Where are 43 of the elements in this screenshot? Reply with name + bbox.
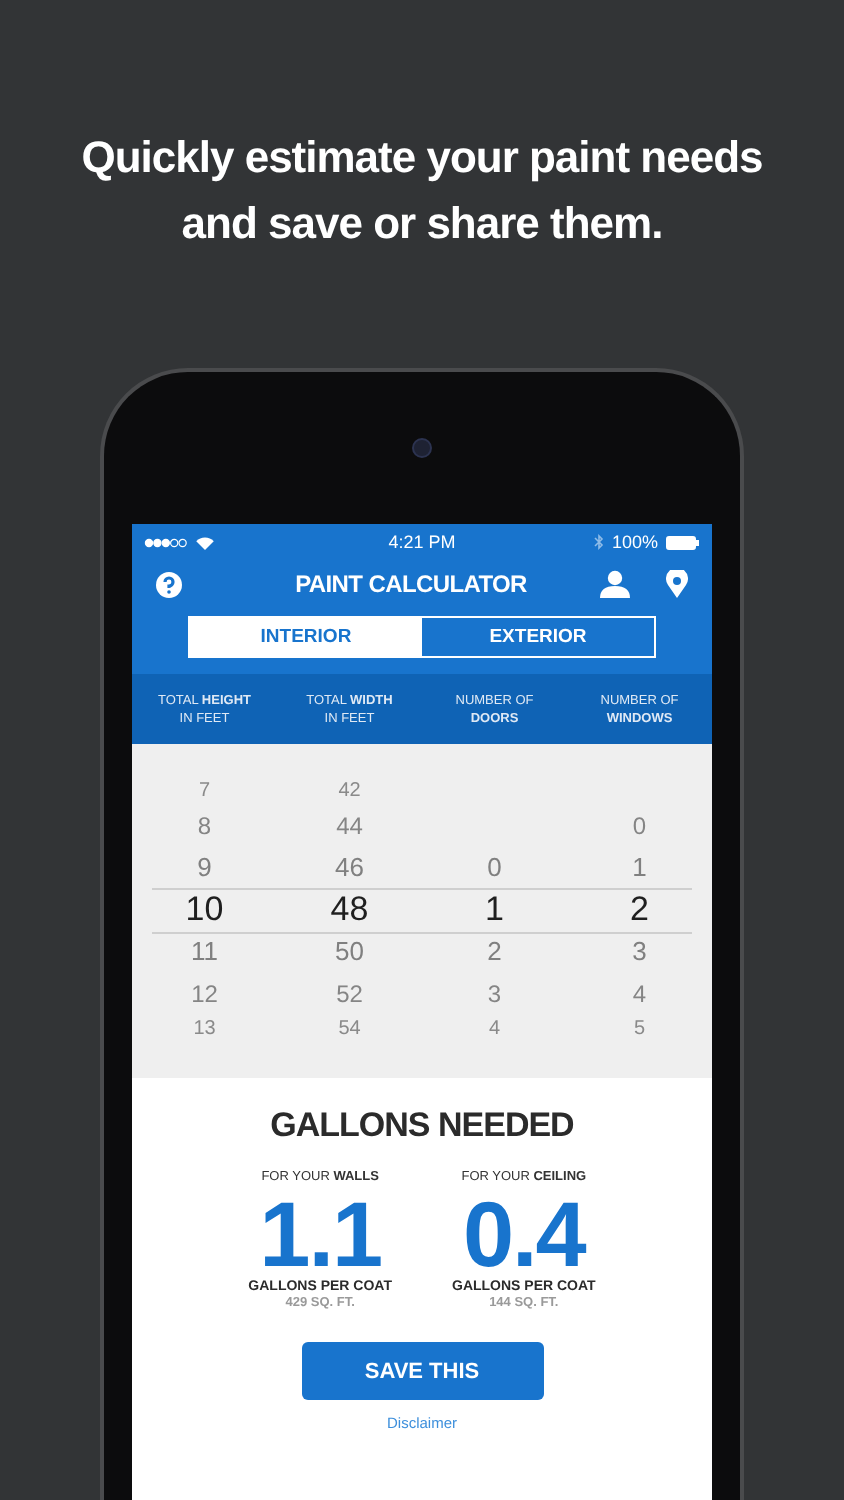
status-time: 4:21 PM <box>388 532 456 552</box>
gallons-value: 1.1 <box>259 1188 382 1280</box>
picker-value[interactable]: 50 <box>335 936 364 966</box>
picker-value[interactable]: 0 <box>487 852 502 882</box>
picker-value[interactable]: 52 <box>336 979 363 1007</box>
picker-value[interactable]: 3 <box>632 936 647 966</box>
picker-value[interactable]: 5 <box>633 1017 646 1039</box>
picker-value[interactable]: 4 <box>632 979 647 1007</box>
location-pin-icon[interactable] <box>666 570 688 598</box>
picker-value[interactable]: 1 <box>632 852 647 882</box>
picker-value[interactable]: 48 <box>330 889 369 929</box>
battery-percent: 100% <box>611 532 658 552</box>
save-button[interactable]: SAVE THIS <box>301 1342 543 1400</box>
wifi-icon <box>196 535 214 549</box>
tab[interactable]: EXTERIOR <box>422 618 654 656</box>
camera-icon <box>412 438 432 458</box>
picker-value[interactable]: 3 <box>487 979 502 1007</box>
picker-value[interactable]: 8 <box>197 811 212 839</box>
picker-value[interactable]: 44 <box>336 811 363 839</box>
gallons-value: 0.4 <box>462 1188 585 1280</box>
picker-value[interactable]: 9 <box>197 852 212 882</box>
bluetooth-icon <box>593 534 604 550</box>
picker-value[interactable]: 54 <box>338 1017 361 1039</box>
person-icon[interactable] <box>600 570 630 598</box>
tab[interactable]: INTERIOR <box>190 618 422 656</box>
battery-icon <box>666 535 700 549</box>
picker-value[interactable]: 2 <box>487 936 502 966</box>
headline: Quickly estimate your paint needs and save or share them. <box>79 130 765 252</box>
picker-value[interactable]: 4 <box>488 1017 501 1039</box>
picker-value[interactable]: 11 <box>191 936 218 966</box>
results-title: GALLONS NEEDED <box>270 1106 574 1146</box>
picker-value[interactable]: 12 <box>191 979 218 1007</box>
picker-value[interactable]: 46 <box>335 852 364 882</box>
picker-value[interactable]: 1 <box>485 889 504 929</box>
picker-value[interactable]: 7 <box>198 779 211 801</box>
help-icon[interactable] <box>156 571 182 597</box>
picker-value[interactable]: 0 <box>632 811 647 839</box>
picker-value[interactable]: 2 <box>630 889 649 929</box>
signal-icon <box>144 537 188 547</box>
app-title: PAINT CALCULATOR <box>293 570 529 598</box>
picker-value[interactable]: 42 <box>338 779 361 801</box>
picker-value[interactable]: 13 <box>193 1017 216 1039</box>
picker-value[interactable]: 10 <box>185 889 224 929</box>
